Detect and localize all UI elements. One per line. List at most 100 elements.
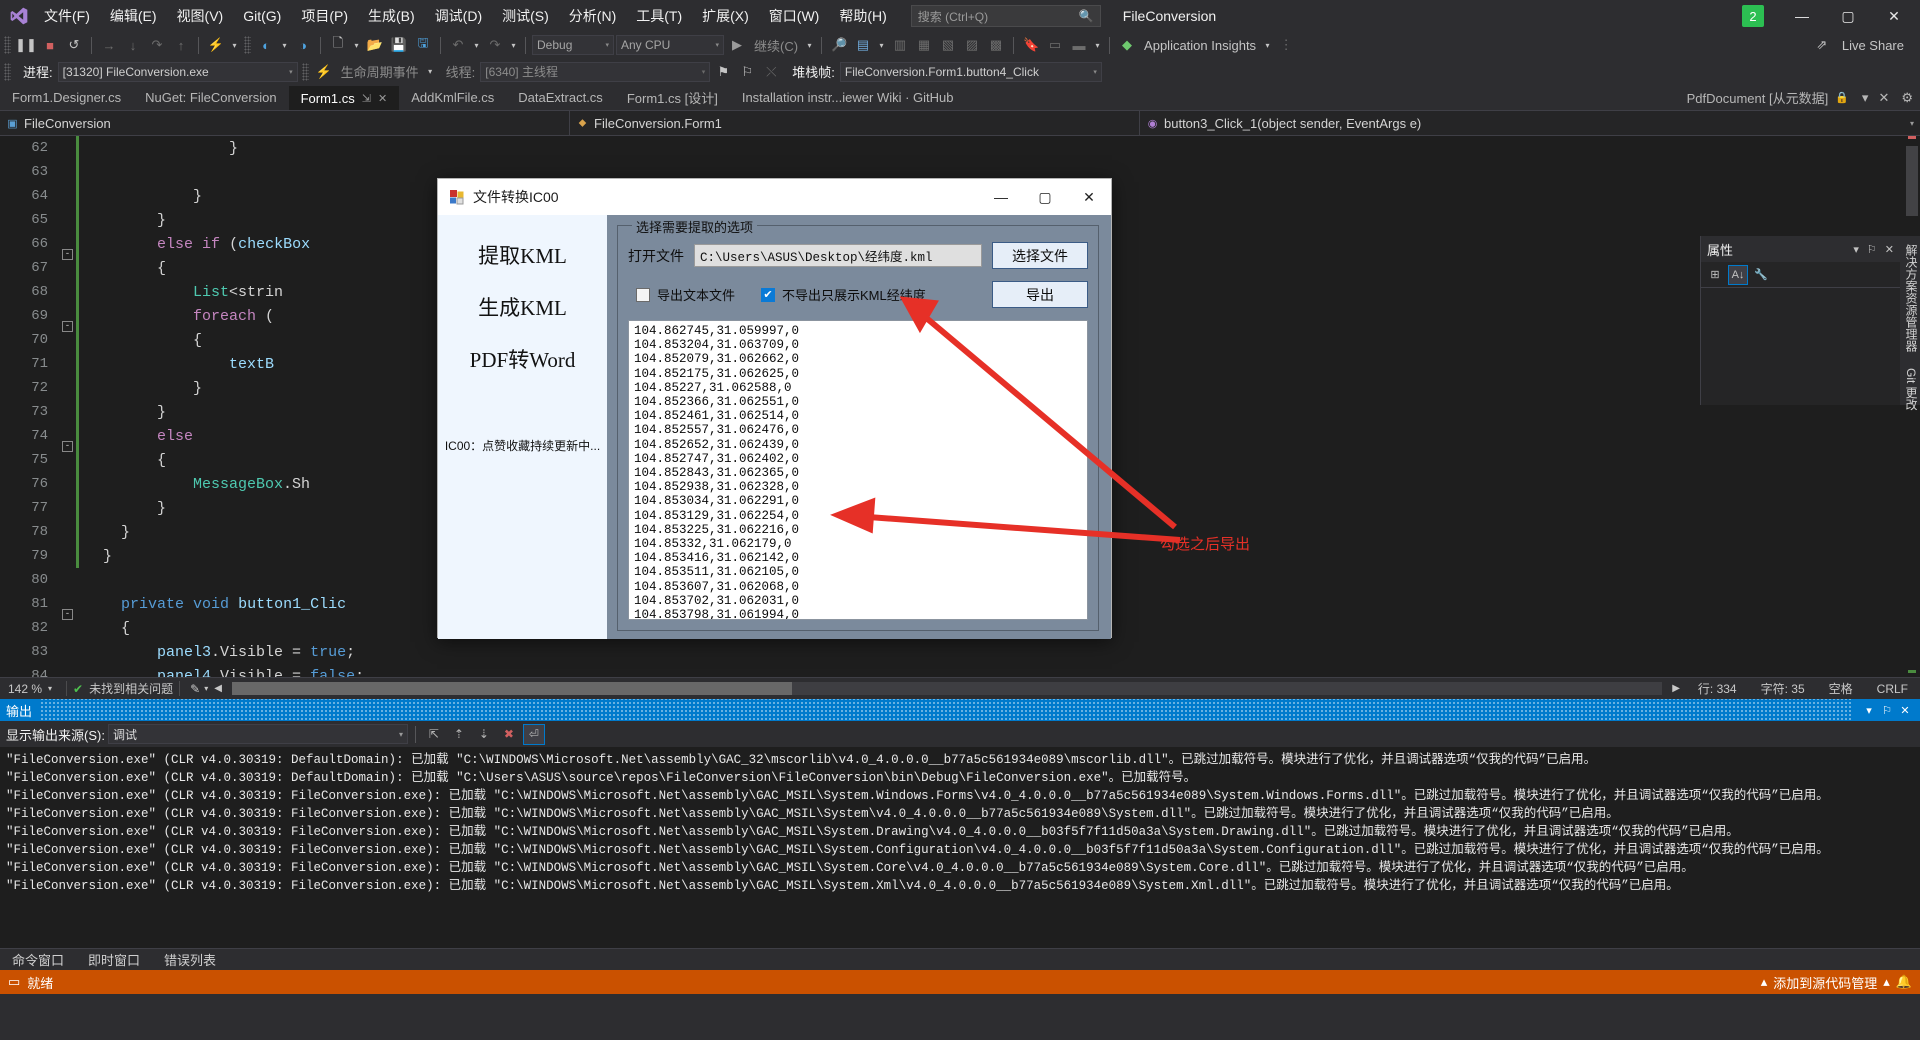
coordinate-list-item[interactable]: 104.853204,31.063709,0 [634,338,1087,352]
go-to-next-icon[interactable]: ⇣ [473,724,495,745]
toolbar-overflow-icon[interactable]: ⋮ [1275,35,1297,56]
tab-pdfdocument[interactable]: PdfDocument [从元数据] 🔒 [1679,88,1857,107]
panel-icon-4[interactable]: ▧ [937,35,959,56]
indent-mode[interactable]: 空格 [1817,680,1865,697]
go-to-previous-icon[interactable]: ⇡ [448,724,470,745]
bookmark-icon[interactable]: 🔖 [1020,35,1042,56]
coordinate-list-item[interactable]: 104.853034,31.062291,0 [634,494,1087,508]
continue-label[interactable]: 继续(C) [750,36,802,55]
dialog-close-button[interactable]: ✕ [1067,179,1111,215]
notifications-bell-icon[interactable]: 🔔 [1896,974,1912,990]
lifecycle-events-icon[interactable]: ⚡ [313,61,335,82]
minimize-button[interactable]: — [1780,1,1824,31]
menu-project[interactable]: 项目(P) [291,2,358,30]
step-into-icon[interactable]: ↓ [122,35,144,56]
menu-help[interactable]: 帮助(H) [829,2,896,30]
no-flag-icon[interactable]: ⤬ [760,61,782,82]
tab-form1-cs[interactable]: Form1.cs ⇲ ✕ [288,85,400,110]
hscroll-left-icon[interactable]: ◀ [208,683,228,694]
coordinate-list-item[interactable]: 104.852461,31.062514,0 [634,409,1087,423]
menu-file[interactable]: 文件(F) [34,2,100,30]
stack-frame-combo[interactable]: FileConversion.Form1.button4_Click ▾ [839,61,1102,82]
maximize-button[interactable]: ▢ [1826,1,1870,31]
properties-pin-icon[interactable]: ⚐ [1867,243,1877,256]
app-insights-icon[interactable]: ◆ [1116,35,1138,56]
output-chevron-icon[interactable]: ▾ [1860,704,1878,717]
vtab-solution-explorer[interactable]: 解决方案资源管理器 [1900,236,1920,360]
panel-icon-6[interactable]: ▩ [985,35,1007,56]
toolbar-grip[interactable] [4,36,11,54]
coordinate-list-item[interactable]: 104.853225,31.062216,0 [634,523,1087,537]
coordinate-list[interactable]: 104.862745,31.059997,0 104.853204,31.0637… [628,320,1088,620]
breadcrumb-project[interactable]: ▣ FileConversion [0,111,570,135]
output-close-icon[interactable]: ✕ [1896,704,1914,717]
tab-addkmlfile[interactable]: AddKmlFile.cs [399,85,506,110]
undo-icon[interactable]: ↶ [447,35,469,56]
file-path-input[interactable]: C:\Users\ASUS\Desktop\经纬度.kml [694,244,982,267]
panel-icon-5[interactable]: ▨ [961,35,983,56]
debugbar-grip[interactable] [4,62,11,81]
alphabetical-icon[interactable]: A↓ [1728,264,1748,285]
export-button[interactable]: 导出 [992,281,1088,308]
dialog-title-bar[interactable]: 文件转换IC00 — ▢ ✕ [438,179,1111,215]
clear-output-icon[interactable]: ✖ [498,724,520,745]
hscroll-thumb[interactable] [231,682,792,695]
tab-nuget[interactable]: NuGet: FileConversion [133,85,289,110]
output-drag-handle[interactable] [40,699,1852,721]
find-message-icon[interactable]: ⇱ [423,724,445,745]
breadcrumb-class[interactable]: ⬥ FileConversion.Form1 [570,111,1140,135]
undo-chevron-icon[interactable]: ▾ [471,41,482,50]
debugbar-grip-2[interactable] [301,62,309,81]
coordinate-list-item[interactable]: 104.853702,31.062031,0 [634,594,1087,608]
coordinate-list-item[interactable]: 104.853607,31.062068,0 [634,580,1087,594]
menu-build[interactable]: 生成(B) [358,2,425,30]
add-to-source-control-label[interactable]: 添加到源代码管理 [1773,973,1877,992]
output-text-area[interactable]: "FileConversion.exe" (CLR v4.0.30319: De… [0,747,1920,948]
quick-search-input[interactable]: 搜索 (Ctrl+Q) 🔍 [910,5,1101,27]
coordinate-list-item[interactable]: 104.852079,31.062662,0 [634,352,1087,366]
tab-form1-designer[interactable]: Form1.Designer.cs [0,85,133,110]
properties-page-icon[interactable]: 🔧 [1751,265,1771,285]
menu-tools[interactable]: 工具(T) [626,2,692,30]
platform-combo[interactable]: Any CPU ▾ [616,35,724,55]
coordinate-list-item[interactable]: 104.85227,31.062588,0 [634,381,1087,395]
flag-filter-icon[interactable]: ⚐ [736,61,758,82]
live-share-icon[interactable]: ⇗ [1811,35,1833,56]
pause-icon[interactable]: ❚❚ [15,35,37,56]
live-share-label[interactable]: Live Share [1838,38,1908,53]
coordinate-list-item[interactable]: 104.853798,31.061994,0 [634,608,1087,619]
scrollbar-thumb[interactable] [1906,146,1918,216]
source-control-chevron-icon[interactable]: ▴ [1883,974,1890,990]
categorized-icon[interactable]: ⊞ [1705,265,1725,285]
comment-icon[interactable]: ▭ [1044,35,1066,56]
generate-kml-button[interactable]: 生成KML [438,292,607,322]
more-chevron-icon[interactable]: ▾ [1092,41,1103,50]
new-project-icon[interactable]: 🗋 [327,35,349,56]
menu-extensions[interactable]: 扩展(X) [692,2,759,30]
lifecycle-label[interactable]: 生命周期事件 [337,62,423,81]
tab-overflow-chevron-icon[interactable]: ▾ [1857,90,1874,106]
app-insights-chevron-icon[interactable]: ▾ [1262,41,1273,50]
breadcrumb-member[interactable]: ◉ button3_Click_1(object sender, EventAr… [1140,111,1920,135]
step-out-icon[interactable]: ↑ [170,35,192,56]
close-tab-icon[interactable]: ✕ [378,92,387,105]
notification-badge[interactable]: 2 [1742,5,1764,27]
coordinate-list-item[interactable]: 104.85332,31.062179,0 [634,537,1087,551]
uncomment-icon[interactable]: ▬ [1068,35,1090,56]
navigate-backward-icon[interactable]: ◐ [255,35,277,56]
export-text-file-checkbox[interactable]: 导出文本文件 [636,285,735,304]
open-file-icon[interactable]: 📂 [364,35,386,56]
menu-edit[interactable]: 编辑(E) [100,2,167,30]
save-all-icon[interactable]: 🖫 [412,35,434,56]
navigate-forward-icon[interactable]: ◑ [292,35,314,56]
thread-combo[interactable]: [6340] 主线程 ▾ [480,61,711,82]
coordinate-list-item[interactable]: 104.852366,31.062551,0 [634,395,1087,409]
navigate-backward-chevron-icon[interactable]: ▾ [279,41,290,50]
app-insights-label[interactable]: Application Insights [1140,38,1260,53]
panel-icon-2[interactable]: ▥ [889,35,911,56]
lifecycle-chevron-icon[interactable]: ▾ [425,67,436,76]
panel-chevron-icon-1[interactable]: ▾ [876,41,887,50]
redo-chevron-icon[interactable]: ▾ [508,41,519,50]
pin-icon[interactable]: ⇲ [362,92,371,105]
configuration-combo[interactable]: Debug ▾ [532,35,614,55]
